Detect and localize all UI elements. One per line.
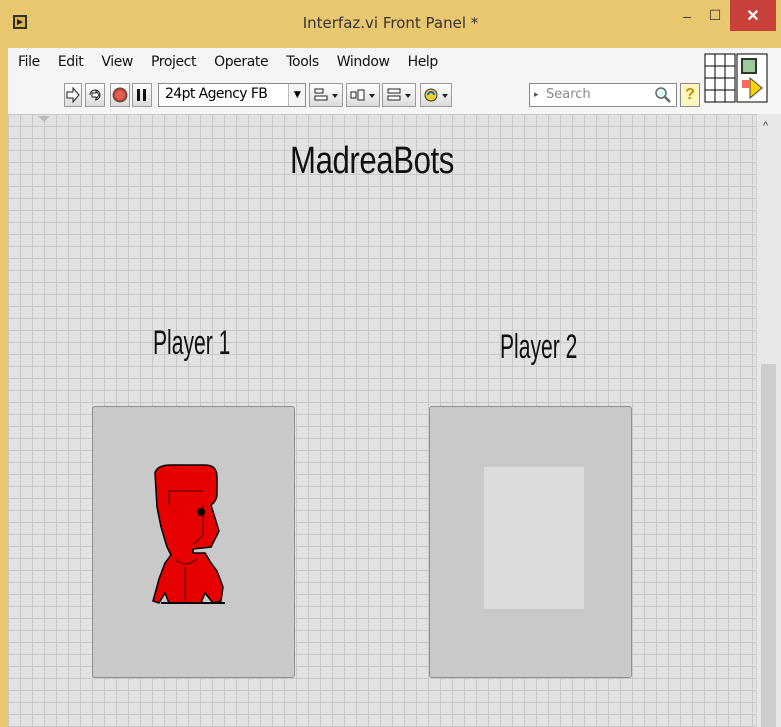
menu-edit[interactable]: Edit (48, 54, 92, 70)
connector-pane-icon (704, 53, 768, 103)
menu-help[interactable]: Help (398, 54, 446, 70)
font-selector[interactable]: 24pt Agency FB ▼ (158, 83, 306, 107)
distribute-objects-icon (350, 89, 375, 101)
pause-icon (137, 89, 146, 101)
reorder-button[interactable] (420, 83, 452, 107)
search-scope-icon: ▸ (534, 89, 539, 99)
menu-operate[interactable]: Operate (204, 54, 276, 70)
maximize-button[interactable]: ☐ (700, 4, 730, 26)
player-2-label: Player 2 (500, 328, 578, 366)
player-1-picture[interactable] (92, 406, 295, 678)
player-2-picture[interactable] (429, 406, 632, 678)
align-objects-button[interactable] (309, 83, 343, 107)
resize-objects-icon (387, 88, 411, 101)
window-title: Interfaz.vi Front Panel * (302, 14, 479, 32)
menu-window[interactable]: Window (327, 54, 398, 70)
menu-file[interactable]: File (8, 54, 48, 70)
minimize-button[interactable]: ‒ (672, 6, 702, 26)
run-button[interactable] (64, 83, 82, 107)
vertical-scrollbar[interactable]: ^ (756, 114, 781, 727)
scroll-up-icon[interactable]: ^ (763, 120, 768, 132)
search-placeholder: Search (546, 87, 591, 102)
pause-button[interactable] (132, 83, 152, 107)
scroll-thumb[interactable] (761, 364, 776, 727)
reorder-icon (424, 88, 448, 102)
close-button[interactable]: ✕ (730, 0, 776, 31)
window: Interfaz.vi Front Panel * ‒ ☐ ✕ File Edi… (0, 0, 781, 727)
resize-objects-button[interactable] (382, 83, 416, 107)
search-input[interactable]: ▸ Search (529, 83, 677, 107)
run-arrow-icon (66, 87, 80, 103)
toolbar: 24pt Agency FB ▼ ▸ Search ? (8, 76, 700, 114)
origin-marker-icon (38, 116, 50, 122)
title-bar: Interfaz.vi Front Panel * ‒ ☐ ✕ (0, 0, 781, 48)
connector-pane[interactable] (700, 48, 781, 114)
distribute-objects-button[interactable] (346, 83, 380, 107)
abort-button[interactable] (110, 83, 130, 107)
panel-heading: MadreaBots (290, 140, 454, 182)
run-continuously-button[interactable] (85, 83, 105, 107)
align-objects-icon (314, 88, 338, 101)
menu-project[interactable]: Project (141, 54, 204, 70)
player-1-robot-icon (152, 464, 225, 604)
menu-tools[interactable]: Tools (276, 54, 327, 70)
run-continuously-icon (89, 89, 101, 101)
search-icon[interactable] (654, 86, 672, 104)
menu-bar: File Edit View Project Operate Tools Win… (8, 48, 700, 76)
player-1-label: Player 1 (153, 324, 231, 362)
player-2-image-backdrop (484, 467, 584, 609)
stop-icon (112, 87, 128, 103)
context-help-button[interactable]: ? (680, 83, 700, 107)
menu-view[interactable]: View (91, 54, 141, 70)
font-selector-value: 24pt Agency FB (165, 86, 268, 102)
chevron-down-icon: ▼ (288, 84, 305, 106)
